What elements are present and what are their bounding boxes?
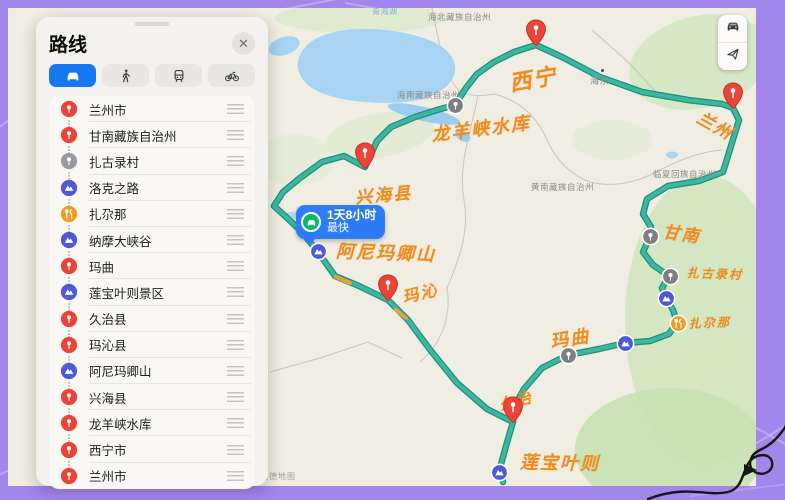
route-stop-row[interactable]: 扎古录村: [49, 148, 255, 174]
locate-button[interactable]: [718, 43, 747, 70]
drag-handle-icon[interactable]: [227, 235, 244, 245]
tab-cycle[interactable]: [208, 64, 255, 87]
route-duration: 1天8小时: [327, 209, 376, 222]
stop-label: 扎古录村: [89, 152, 227, 171]
panel-grabber[interactable]: [135, 22, 169, 26]
zhagulu-stop[interactable]: [661, 267, 680, 291]
route-stop-row[interactable]: 阿尼玛卿山: [49, 358, 255, 384]
drag-handle-icon[interactable]: [227, 156, 244, 166]
drag-handle-icon[interactable]: [227, 183, 244, 193]
map-controls: [718, 15, 747, 70]
transport-mode-tabs: [49, 64, 255, 87]
stop-label: 玛沁县: [89, 335, 227, 354]
route-stop-row[interactable]: 龙羊峡水库: [49, 410, 255, 436]
drag-handle-icon[interactable]: [227, 314, 244, 324]
navigate-icon: [725, 46, 741, 67]
route-stop-row[interactable]: 莲宝叶则景区: [49, 279, 255, 305]
poi-blue-icon: [60, 362, 78, 380]
stop-label: 扎尕那: [89, 204, 227, 223]
route-stop-row[interactable]: 久治县: [49, 306, 255, 332]
route-stop-row[interactable]: 兴海县: [49, 384, 255, 410]
tab-transit[interactable]: [155, 64, 202, 87]
route-stops-list: 兰州市甘南藏族自治州扎古录村洛克之路扎尕那纳摩大峡谷玛曲莲宝叶则景区久治县玛沁县…: [49, 96, 255, 489]
pin-red-icon: [60, 100, 78, 118]
stop-label: 兰州市: [89, 100, 227, 119]
stop-label: 兴海县: [89, 388, 227, 407]
gannan-stop[interactable]: [641, 227, 660, 251]
lianbaoyeze-poi[interactable]: [490, 463, 509, 487]
drag-handle-icon[interactable]: [227, 104, 244, 114]
close-button[interactable]: ✕: [232, 32, 255, 55]
xining-pin[interactable]: [525, 19, 547, 52]
car-icon: [65, 68, 81, 84]
zhagana-poi[interactable]: [669, 314, 688, 338]
poi-blue-icon: [60, 283, 78, 301]
stop-label: 阿尼玛卿山: [89, 361, 227, 380]
route-tag: 最快: [327, 222, 376, 235]
drag-handle-icon[interactable]: [227, 418, 244, 428]
drag-handle-icon[interactable]: [227, 130, 244, 140]
pin-red-icon: [60, 388, 78, 406]
route-time-bubble[interactable]: 1天8小时 最快: [296, 205, 385, 239]
drag-handle-icon[interactable]: [227, 209, 244, 219]
route-stop-row[interactable]: 兰州市: [49, 96, 255, 122]
stop-label: 兰州市: [89, 466, 227, 485]
poi-orange-icon: [60, 205, 78, 223]
drag-handle-icon[interactable]: [227, 287, 244, 297]
pin-red-icon: [60, 441, 78, 459]
screenshot-frame: 青海湖海北藏族自治州海东海南藏族自治州黄南藏族自治州临夏回族自治州 西宁兰州龙羊…: [0, 0, 785, 500]
xinghai-pin[interactable]: [354, 142, 376, 175]
pin-red-icon: [60, 257, 78, 275]
drag-handle-icon[interactable]: [227, 261, 244, 271]
fastest-route-icon: [301, 212, 321, 232]
route-stop-row[interactable]: 扎尕那: [49, 201, 255, 227]
walk-icon: [118, 68, 134, 84]
route-stop-row[interactable]: 洛克之路: [49, 175, 255, 201]
tab-walk[interactable]: [102, 64, 149, 87]
maqu-stop[interactable]: [559, 346, 578, 370]
pin-red-icon: [60, 467, 78, 485]
stop-label: 玛曲: [89, 257, 227, 276]
pin-red-icon: [60, 310, 78, 328]
jiuzhi-pin[interactable]: [502, 396, 524, 429]
panel-title: 路线: [49, 30, 87, 57]
route-stop-row[interactable]: 玛沁县: [49, 332, 255, 358]
route-stop-row[interactable]: 纳摩大峡谷: [49, 227, 255, 253]
tab-drive[interactable]: [49, 64, 96, 87]
route-stop-row[interactable]: 甘南藏族自治州: [49, 122, 255, 148]
route-panel: 路线 ✕ 兰州市甘南藏族自治州扎古录村洛克之路扎尕那纳摩大峡谷玛曲莲宝叶则景区久…: [36, 17, 268, 486]
anyemaqen-poi[interactable]: [309, 242, 328, 266]
stop-label: 洛克之路: [89, 178, 227, 197]
drag-handle-icon[interactable]: [227, 340, 244, 350]
maqin-pin[interactable]: [377, 274, 399, 307]
stop-label: 甘南藏族自治州: [89, 126, 227, 145]
poi-blue-icon: [60, 231, 78, 249]
bike-icon: [224, 68, 240, 84]
car-icon: [725, 18, 741, 39]
stop-label: 纳摩大峡谷: [89, 231, 227, 250]
drag-handle-icon[interactable]: [227, 471, 244, 481]
route-stop-row[interactable]: 西宁市: [49, 436, 255, 462]
transit-icon: [171, 68, 187, 84]
stop-label: 莲宝叶则景区: [89, 283, 227, 302]
longyangxia-stop[interactable]: [446, 96, 465, 120]
drag-handle-icon[interactable]: [227, 392, 244, 402]
route-stop-row[interactable]: 兰州市: [49, 463, 255, 489]
stop-label: 久治县: [89, 309, 227, 328]
pin-red-icon: [60, 336, 78, 354]
drag-handle-icon[interactable]: [227, 445, 244, 455]
route-stop-row[interactable]: 玛曲: [49, 253, 255, 279]
lukeroad-poi[interactable]: [657, 289, 676, 313]
stop-label: 龙羊峡水库: [89, 414, 227, 433]
lanzhou-pin[interactable]: [722, 82, 744, 115]
pin-red-icon: [60, 414, 78, 432]
poi-blue-icon: [60, 179, 78, 197]
drive-mode-button[interactable]: [718, 15, 747, 43]
namo-canyon-poi[interactable]: [616, 334, 635, 358]
drag-handle-icon[interactable]: [227, 366, 244, 376]
dot-gray-icon: [60, 152, 78, 170]
pin-red-icon: [60, 126, 78, 144]
stop-label: 西宁市: [89, 440, 227, 459]
